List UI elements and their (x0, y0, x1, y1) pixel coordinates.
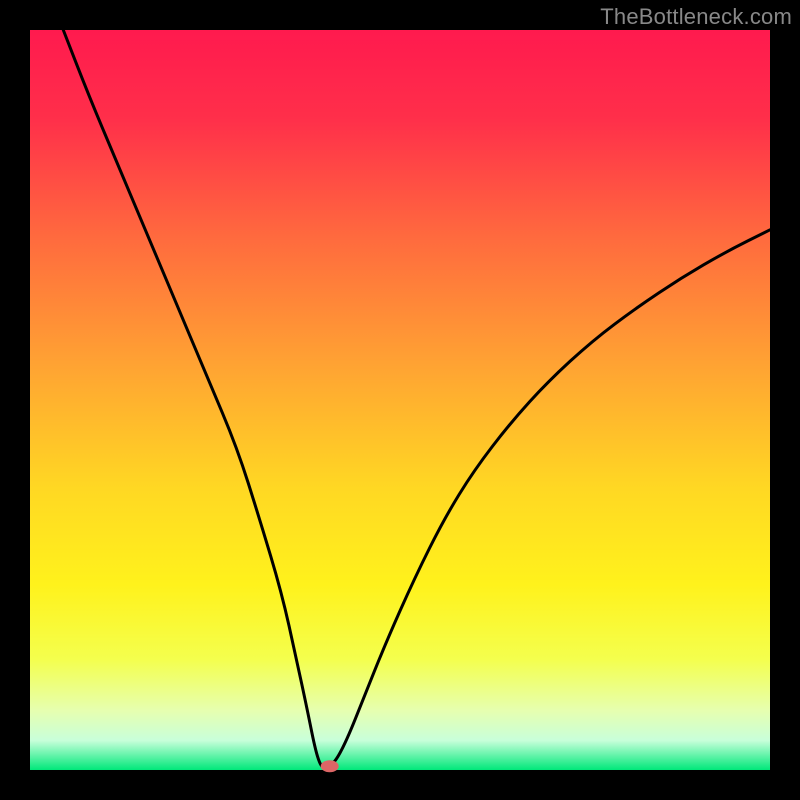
optimal-point-marker (321, 760, 339, 772)
watermark-text: TheBottleneck.com (600, 4, 792, 30)
bottleneck-chart (0, 0, 800, 800)
chart-frame: TheBottleneck.com (0, 0, 800, 800)
gradient-background (30, 30, 770, 770)
